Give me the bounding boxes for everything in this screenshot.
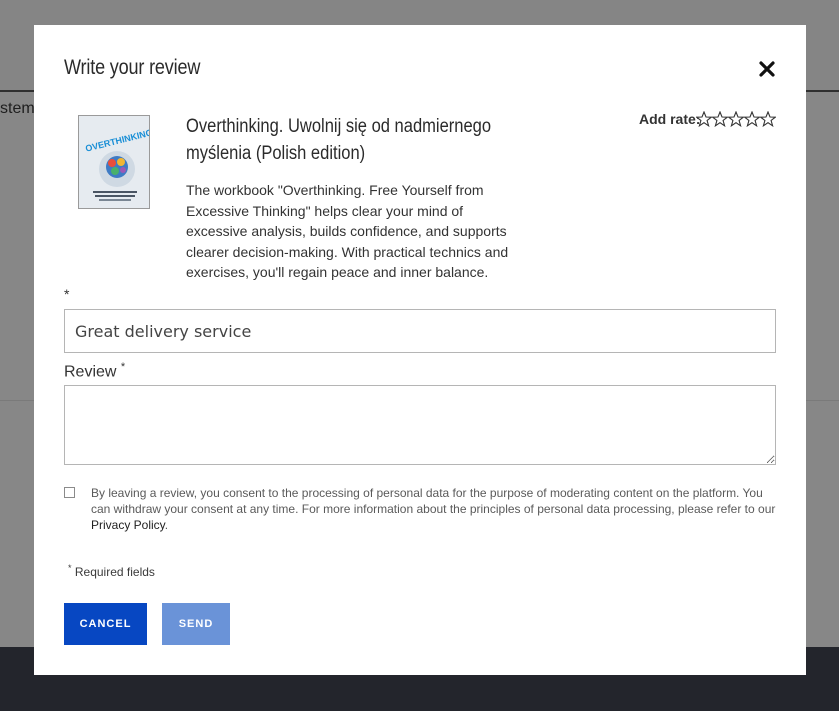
title-required-marker: * bbox=[64, 286, 70, 302]
modal-title: Write your review bbox=[64, 56, 201, 79]
consent-text: By leaving a review, you consent to the … bbox=[91, 485, 781, 533]
star-4-icon[interactable] bbox=[744, 111, 760, 127]
product-name: Overthinking. Uwolnij się od nadmiernego… bbox=[186, 116, 492, 164]
required-note-marker: * bbox=[68, 563, 72, 573]
consent-checkbox[interactable] bbox=[64, 487, 75, 498]
product-description: The workbook "Overthinking. Free Yoursel… bbox=[186, 182, 509, 280]
star-3-icon[interactable] bbox=[728, 111, 744, 127]
product-cover-image: OVERTHINKING bbox=[78, 115, 150, 209]
consent-text-body: By leaving a review, you consent to the … bbox=[91, 486, 776, 516]
close-icon[interactable] bbox=[756, 58, 778, 80]
star-1-icon[interactable] bbox=[696, 111, 712, 127]
rating-label: Add rate: bbox=[639, 111, 701, 127]
cancel-button[interactable]: CANCEL bbox=[64, 603, 147, 645]
rating-stars bbox=[696, 111, 776, 127]
review-textarea[interactable] bbox=[64, 385, 776, 465]
review-required-marker: * bbox=[120, 361, 126, 373]
background-text: stem bbox=[0, 100, 35, 117]
required-fields-note: * Required fields bbox=[68, 563, 155, 579]
required-note-text: Required fields bbox=[74, 565, 155, 579]
review-modal: Write your review OVERTHINKING Overthink… bbox=[34, 25, 806, 675]
review-title-input[interactable] bbox=[64, 309, 776, 353]
review-label-text: Review bbox=[64, 363, 117, 381]
review-label: Review * bbox=[64, 361, 125, 381]
star-5-icon[interactable] bbox=[760, 111, 776, 127]
consent-text-end: . bbox=[164, 518, 169, 532]
privacy-policy-link[interactable]: Privacy Policy bbox=[91, 518, 165, 532]
send-button[interactable]: SEND bbox=[162, 603, 230, 645]
star-2-icon[interactable] bbox=[712, 111, 728, 127]
